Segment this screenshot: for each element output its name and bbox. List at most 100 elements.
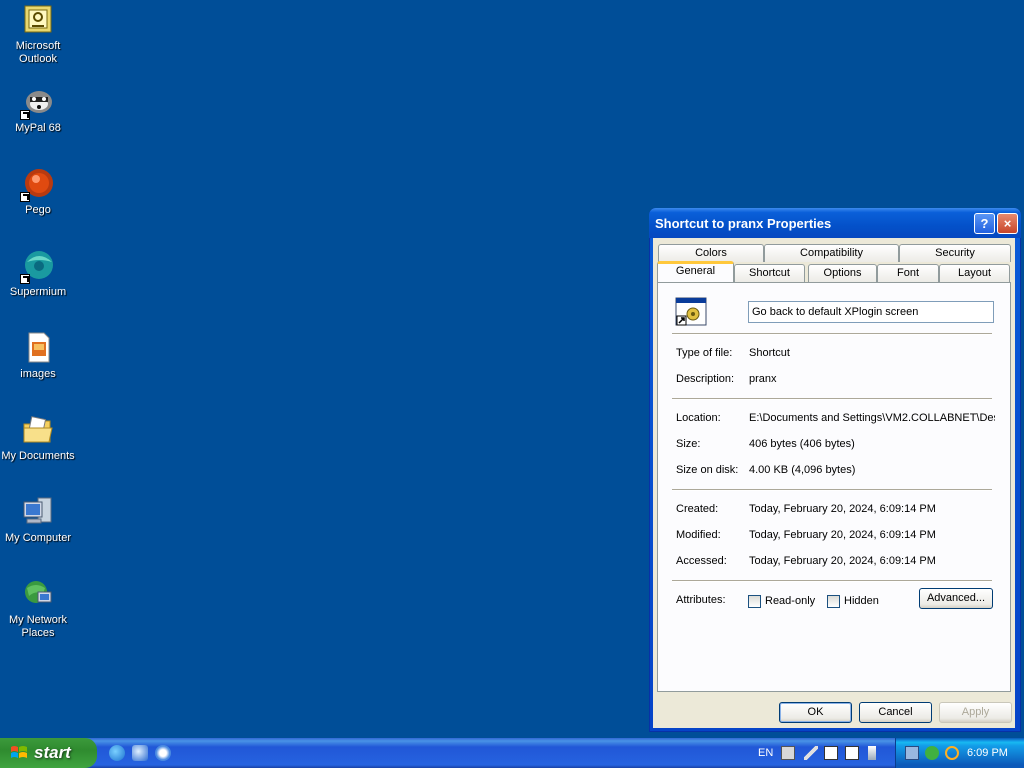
tab-label: Shortcut — [749, 267, 790, 279]
desktop-icon-pego[interactable]: Pego — [0, 168, 76, 217]
type-of-file-label: Type of file: — [676, 347, 733, 359]
ok-button[interactable]: OK — [779, 702, 852, 723]
desktop-icon-label: My Computer — [4, 532, 72, 544]
separator — [672, 489, 992, 491]
dialog-titlebar[interactable]: Shortcut to pranx Properties — [649, 208, 1021, 238]
help-icon: ? — [980, 216, 989, 231]
network-icon — [22, 578, 54, 610]
tab-security[interactable]: Security — [899, 244, 1011, 262]
readonly-label[interactable]: Read-only — [765, 595, 815, 607]
computer-icon — [22, 496, 54, 528]
desktop-icon-images[interactable]: images — [0, 332, 76, 381]
tab-layout[interactable]: Layout — [939, 264, 1010, 282]
desktop-icon-outlook[interactable]: Microsoft Outlook — [0, 4, 76, 66]
separator — [672, 580, 992, 582]
created-value: Today, February 20, 2024, 6:09:14 PM — [749, 503, 936, 515]
tab-label: Security — [935, 247, 975, 259]
tab-shortcut[interactable]: Shortcut — [734, 264, 805, 282]
close-icon: × — [1003, 216, 1012, 231]
ie-icon[interactable] — [109, 745, 125, 761]
description-value: pranx — [749, 373, 777, 385]
help-button[interactable]: ? — [974, 213, 995, 234]
tab-label: Compatibility — [800, 247, 863, 259]
tab-label: Font — [896, 267, 919, 279]
start-button[interactable]: start — [0, 738, 97, 768]
help-tray-icon[interactable] — [845, 746, 859, 760]
start-label: start — [34, 743, 71, 762]
hidden-checkbox[interactable] — [827, 595, 840, 608]
folder-icon — [22, 414, 54, 446]
desktop-icon-label: images — [20, 368, 56, 380]
tab-font[interactable]: Font — [877, 264, 939, 282]
search-tray-icon[interactable] — [945, 746, 959, 760]
tab-label: Colors — [695, 247, 727, 259]
keyboard-icon[interactable] — [781, 746, 795, 760]
attributes-label: Attributes: — [676, 594, 726, 606]
supermium-icon — [20, 250, 54, 284]
tab-label: General — [675, 265, 716, 277]
general-tab-panel: Type of file: Shortcut Description: pran… — [657, 282, 1011, 692]
size-on-disk-value: 4.00 KB (4,096 bytes) — [749, 464, 856, 476]
desktop-icon-label: My Network Places — [8, 614, 68, 639]
size-value: 406 bytes (406 bytes) — [749, 438, 855, 450]
properties-dialog: Shortcut to pranx Properties ? × Colors … — [649, 208, 1021, 732]
outlook-express-icon[interactable] — [132, 745, 148, 761]
ok-button-label: OK — [807, 706, 824, 718]
cancel-button[interactable]: Cancel — [859, 702, 932, 723]
accessed-value: Today, February 20, 2024, 6:09:14 PM — [749, 555, 936, 567]
modified-label: Modified: — [676, 529, 721, 541]
network-tray-icon[interactable] — [905, 746, 919, 760]
windows-logo-icon — [11, 746, 27, 758]
pen-icon[interactable] — [804, 746, 818, 760]
tab-colors[interactable]: Colors — [658, 244, 764, 262]
desktop-icon-label: Pego — [25, 204, 51, 216]
apply-button[interactable]: Apply — [939, 702, 1012, 723]
desktop-icon-my-computer[interactable]: My Computer — [0, 496, 76, 545]
tab-general[interactable]: General — [657, 261, 734, 282]
separator — [672, 398, 992, 400]
separator — [672, 333, 992, 335]
tab-label: Layout — [957, 267, 992, 279]
advanced-button[interactable]: Advanced... — [919, 588, 993, 609]
pego-icon — [20, 168, 54, 202]
desktop-icon-mypal[interactable]: MyPal 68 — [0, 86, 76, 135]
shortcut-arrow-icon — [20, 110, 30, 120]
shortcut-arrow-icon — [20, 192, 30, 202]
mypal-icon — [20, 86, 54, 120]
image-file-icon — [22, 332, 54, 364]
hidden-label[interactable]: Hidden — [844, 595, 879, 607]
desktop-icon-my-network-places[interactable]: My Network Places — [0, 578, 76, 640]
tab-options[interactable]: Options — [808, 264, 877, 282]
size-on-disk-label: Size on disk: — [676, 464, 739, 476]
shortcut-file-icon — [675, 297, 707, 327]
desktop-icon-label: My Documents — [1, 450, 75, 462]
modified-value: Today, February 20, 2024, 6:09:14 PM — [749, 529, 936, 541]
shortcut-arrow-icon — [20, 274, 30, 284]
cancel-button-label: Cancel — [878, 706, 913, 718]
clock[interactable]: 6:09 PM — [967, 747, 1008, 759]
language-indicator[interactable]: EN — [758, 747, 773, 759]
desktop-icon-my-documents[interactable]: My Documents — [0, 414, 76, 463]
created-label: Created: — [676, 503, 719, 515]
readonly-checkbox[interactable] — [748, 595, 761, 608]
desktop-icon-label: MyPal 68 — [15, 122, 61, 134]
description-label: Description: — [676, 373, 735, 385]
language-bar-icon[interactable] — [824, 746, 838, 760]
shortcut-name-input[interactable] — [748, 301, 994, 323]
options-arrow-icon[interactable] — [868, 746, 876, 760]
media-player-icon[interactable] — [155, 745, 171, 761]
dialog-client-area: Colors Compatibility Security General Sh… — [653, 238, 1015, 728]
size-label: Size: — [676, 438, 701, 450]
desktop-icon-supermium[interactable]: Supermium — [0, 250, 76, 299]
type-of-file-value: Shortcut — [749, 347, 790, 359]
tab-label: Options — [823, 267, 862, 279]
taskbar: start EN 6:09 PM — [0, 738, 1024, 768]
location-value: E:\Documents and Settings\VM2.COLLABNET\… — [749, 412, 995, 424]
safely-remove-icon[interactable] — [925, 746, 939, 760]
desktop-icon-label: Supermium — [9, 286, 67, 298]
location-label: Location: — [676, 412, 721, 424]
tab-compatibility[interactable]: Compatibility — [764, 244, 899, 262]
accessed-label: Accessed: — [676, 555, 727, 567]
advanced-button-label: Advanced... — [926, 592, 986, 604]
close-button[interactable]: × — [997, 213, 1018, 234]
